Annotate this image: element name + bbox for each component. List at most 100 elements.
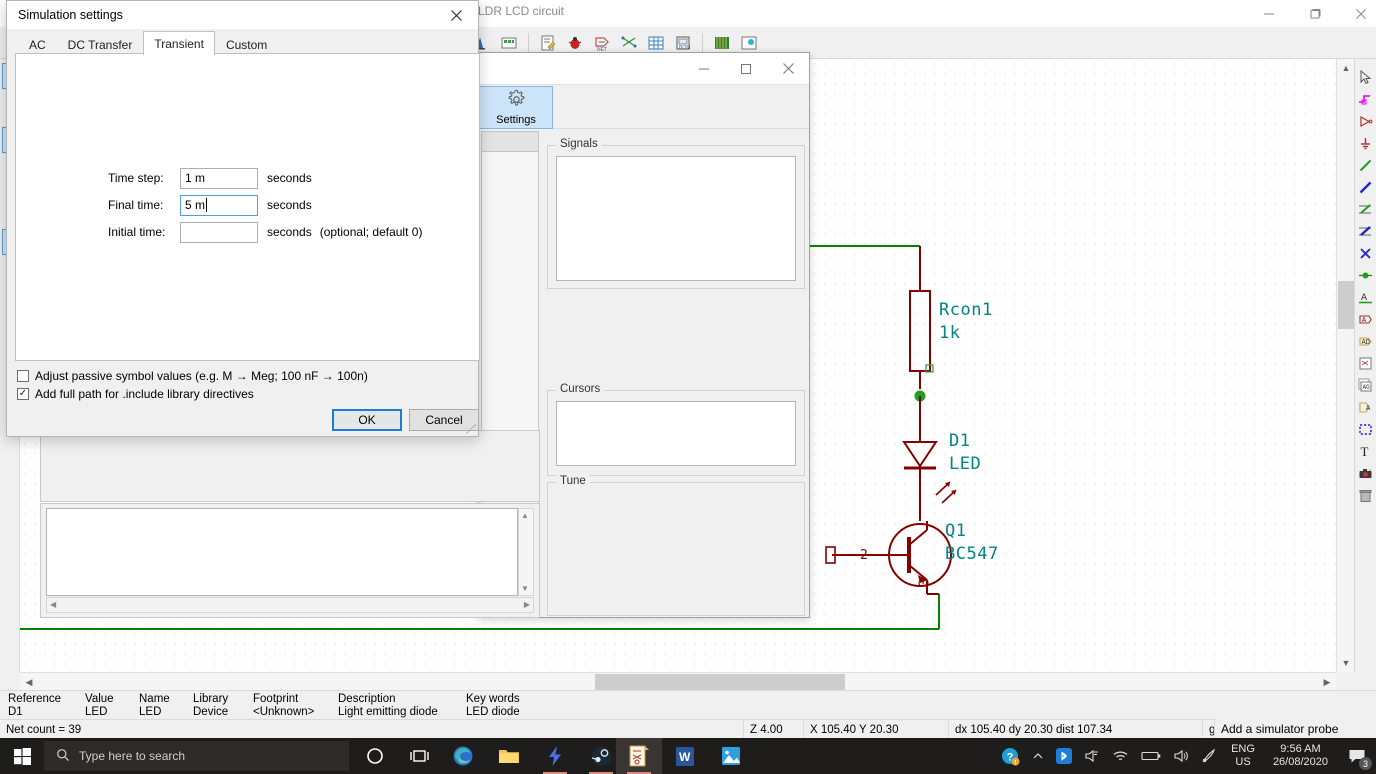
annotate-icon[interactable] <box>497 31 521 55</box>
field-row-final-time: Final time: 5 m seconds <box>108 194 312 216</box>
close-icon[interactable] <box>1338 0 1376 27</box>
lightning-app-icon[interactable] <box>532 738 578 774</box>
search-input[interactable]: Type here to search <box>44 741 349 771</box>
status-zoom: Z 4.00 <box>743 720 803 739</box>
close-icon[interactable] <box>767 53 809 84</box>
editor-text-area[interactable] <box>46 508 518 596</box>
bus-to-bus-entry-icon[interactable] <box>1356 221 1376 241</box>
canvas-vertical-scrollbar[interactable]: ▲ ▼ <box>1336 59 1354 672</box>
tab-transient[interactable]: Transient <box>143 31 215 55</box>
maximize-icon[interactable] <box>1292 0 1338 27</box>
cursor-arrow-icon[interactable] <box>1356 67 1376 87</box>
checkbox-box-unchecked <box>17 370 29 382</box>
cortana-icon[interactable] <box>352 738 398 774</box>
wire-to-bus-entry-icon[interactable] <box>1356 199 1376 219</box>
final-time-input[interactable]: 5 m <box>180 195 258 216</box>
add-power-port-icon[interactable] <box>1356 133 1376 153</box>
word-icon[interactable]: W <box>662 738 708 774</box>
add-sheet-pin-icon[interactable]: A <box>1356 397 1376 417</box>
horizontal-scroll-thumb[interactable] <box>595 674 845 690</box>
volume-mixer-icon[interactable] <box>1078 738 1106 774</box>
help-status-icon[interactable]: ?! <box>995 738 1026 774</box>
no-connect-icon[interactable] <box>1356 243 1376 263</box>
ok-button[interactable]: OK <box>332 409 402 431</box>
scroll-right-icon[interactable]: ▶ <box>1318 673 1336 691</box>
pen-icon[interactable] <box>1195 738 1223 774</box>
photos-icon[interactable] <box>708 738 754 774</box>
file-explorer-icon[interactable] <box>486 738 532 774</box>
signals-list[interactable] <box>556 156 796 281</box>
add-hierarchical-label-icon[interactable]: AD <box>1356 331 1376 351</box>
component-label-rcon1-value: 1k <box>939 323 960 343</box>
initial-time-input[interactable] <box>180 222 258 243</box>
simulator-settings-button[interactable]: Settings <box>479 86 553 129</box>
gear-icon <box>506 89 527 113</box>
add-junction-icon[interactable] <box>1356 265 1376 285</box>
add-symbol-icon[interactable] <box>1356 111 1376 131</box>
editor-horizontal-scrollbar[interactable]: ◀ ▶ <box>46 597 534 613</box>
scroll-up-icon[interactable]: ▲ <box>521 511 529 520</box>
volume-icon[interactable] <box>1167 738 1195 774</box>
main-window-title: LDR LCD circuit <box>478 4 564 18</box>
edge-icon[interactable] <box>440 738 486 774</box>
text-caret <box>206 198 207 212</box>
checkbox-adjust-passive-values[interactable]: Adjust passive symbol values (e.g. M → M… <box>17 369 368 383</box>
graphic-rectangle-icon[interactable] <box>1356 419 1376 439</box>
maximize-icon[interactable] <box>725 53 767 84</box>
minimize-icon[interactable] <box>1246 0 1292 27</box>
netlist-icon[interactable]: NET <box>590 31 614 55</box>
tab-dc-transfer[interactable]: DC Transfer <box>57 34 144 55</box>
component-info-bar: Reference D1 Value LED Name LED Library … <box>0 690 1376 719</box>
kicad-icon[interactable] <box>616 738 662 774</box>
resize-grip[interactable] <box>466 424 476 434</box>
notification-center-icon[interactable]: 3 <box>1338 738 1376 774</box>
scroll-left-icon[interactable]: ◀ <box>50 600 56 609</box>
import-sheet-pin-icon[interactable]: AG <box>1356 375 1376 395</box>
scroll-right-icon[interactable]: ▶ <box>524 600 530 609</box>
vertical-scroll-thumb[interactable] <box>1338 281 1354 329</box>
battery-icon[interactable] <box>1135 738 1167 774</box>
simulator-icon[interactable] <box>737 31 761 55</box>
scroll-down-icon[interactable]: ▼ <box>1337 654 1355 672</box>
time-step-input[interactable]: 1 m <box>180 168 258 189</box>
canvas-horizontal-scrollbar[interactable]: ◀ ▶ <box>20 672 1336 690</box>
hierarchy-pin-icon[interactable] <box>1356 89 1376 109</box>
task-view-icon[interactable] <box>396 738 442 774</box>
minimize-icon[interactable] <box>683 53 725 84</box>
add-global-label-icon[interactable]: A <box>1356 309 1376 329</box>
windows-start-icon[interactable] <box>0 738 44 774</box>
delete-icon[interactable] <box>1356 485 1376 505</box>
wifi-icon[interactable] <box>1106 738 1135 774</box>
close-icon[interactable] <box>436 1 476 29</box>
bom-icon[interactable]: BOM <box>671 31 695 55</box>
bom-cross-icon[interactable] <box>617 31 641 55</box>
checkbox-add-full-path[interactable]: ✓ Add full path for .include library dir… <box>17 387 254 401</box>
edit-symbol-fields-icon[interactable] <box>536 31 560 55</box>
add-wire-icon[interactable] <box>1356 155 1376 175</box>
add-bus-icon[interactable] <box>1356 177 1376 197</box>
svg-text:AG: AG <box>1363 384 1371 391</box>
svg-text:!: ! <box>1014 760 1016 766</box>
component-label-rcon1-ref: Rcon1 <box>939 300 993 320</box>
scroll-left-icon[interactable]: ◀ <box>20 673 38 691</box>
bluetooth-icon[interactable] <box>1050 738 1078 774</box>
scroll-up-icon[interactable]: ▲ <box>1337 59 1355 77</box>
add-image-icon[interactable] <box>1356 463 1376 483</box>
language-indicator[interactable]: ENG US <box>1223 738 1263 774</box>
chevron-up-icon[interactable] <box>1026 738 1050 774</box>
tab-custom[interactable]: Custom <box>215 34 278 55</box>
pcb-editor-icon[interactable] <box>710 31 734 55</box>
editor-vertical-scrollbar[interactable]: ▲ ▼ <box>518 508 534 596</box>
add-hierarchical-sheet-icon[interactable] <box>1356 353 1376 373</box>
cursors-list[interactable] <box>556 401 796 466</box>
scroll-down-icon[interactable]: ▼ <box>521 584 529 593</box>
clock[interactable]: 9:56 AM 26/08/2020 <box>1263 738 1338 774</box>
grid-table-icon[interactable] <box>644 31 668 55</box>
initial-time-hint: (optional; default 0) <box>320 225 423 239</box>
info-header-reference: Reference <box>8 693 61 706</box>
add-net-label-icon[interactable]: A <box>1356 287 1376 307</box>
erc-bug-icon[interactable] <box>563 31 587 55</box>
info-header-name: Name <box>139 693 170 706</box>
add-text-icon[interactable]: T <box>1356 441 1376 461</box>
tab-ac[interactable]: AC <box>18 34 57 55</box>
